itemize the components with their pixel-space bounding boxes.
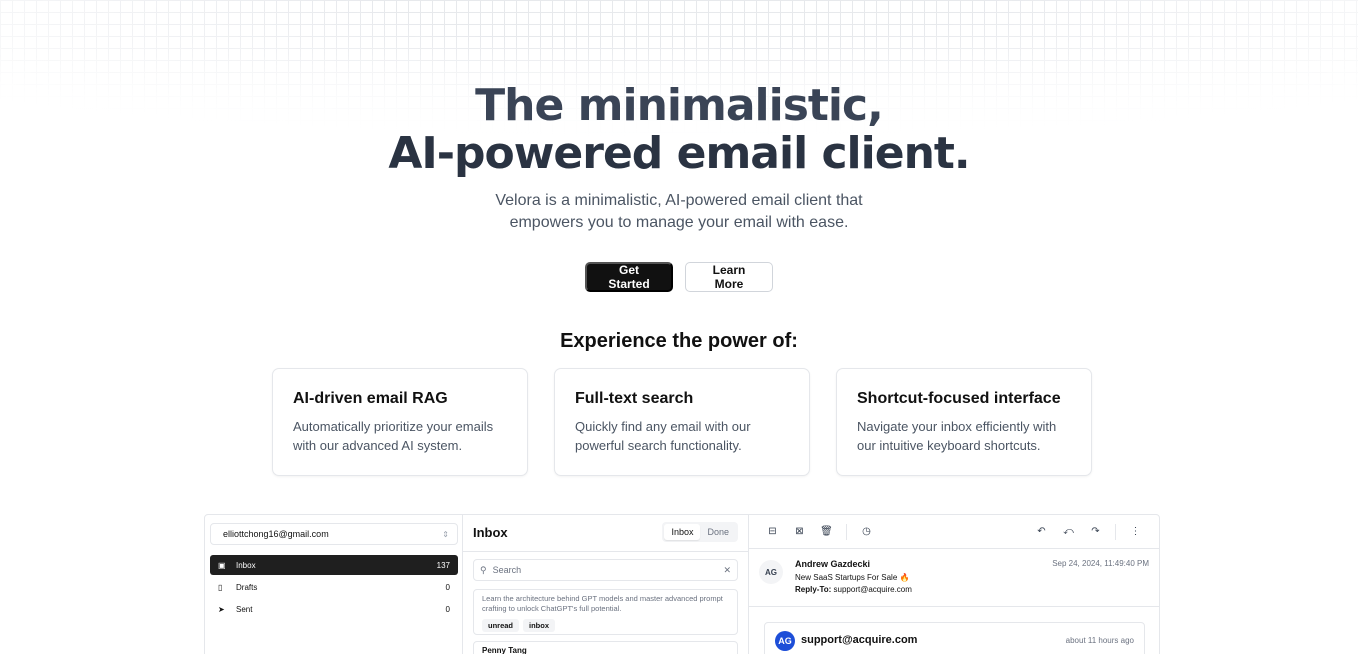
thread-message: AG support@acquire.com about 11 hours ag… [764, 622, 1145, 654]
feature-title: Full-text search [575, 390, 694, 407]
features-heading: Experience the power of: [560, 330, 798, 352]
thread-time: about 11 hours ago [1065, 636, 1134, 645]
sidebar-item-label: Sent [236, 604, 253, 614]
list-item[interactable]: Penny Tang [473, 641, 738, 654]
mail-preview-text: Learn the architecture behind GPT models… [482, 594, 723, 613]
avatar: AG [759, 560, 783, 584]
search-icon: ⚲ [480, 564, 487, 575]
trash-icon[interactable]: 🗑 [813, 526, 840, 537]
app-sidebar: elliottchong16@gmail.com ⇕ ▣ Inbox 137 ▯… [205, 515, 463, 654]
tab-inbox[interactable]: Inbox [664, 524, 701, 540]
feature-card-shortcuts: Shortcut-focused interface Navigate your… [836, 368, 1092, 476]
send-icon: ➤ [218, 604, 225, 614]
message-meta: Andrew Gazdecki New SaaS Startups For Sa… [795, 559, 1052, 606]
message-reply-to: Reply-To: support@acquire.com [795, 585, 1052, 594]
message-subject: New SaaS Startups For Sale 🔥 [795, 573, 910, 582]
tab-done[interactable]: Done [700, 524, 736, 540]
mail-reader-pane: ⊟ ⊠ 🗑 ◷ ↶ ⤺ ↷ ⋮ AG Andrew Gazdecki New S… [749, 515, 1159, 654]
file-icon: ▯ [218, 582, 223, 592]
archive-icon[interactable]: ⊟ [759, 526, 786, 537]
feature-card-search: Full-text search Quickly find any email … [554, 368, 810, 476]
feature-description: Navigate your inbox efficiently with our… [857, 419, 1057, 453]
sidebar-item-count: 137 [436, 560, 450, 570]
reader-toolbar: ⊟ ⊠ 🗑 ◷ ↶ ⤺ ↷ ⋮ [749, 515, 1159, 549]
toolbar-divider [846, 523, 847, 540]
message-header: AG Andrew Gazdecki New SaaS Startups For… [749, 549, 1159, 607]
account-email: elliottchong16@gmail.com [223, 529, 329, 539]
list-item[interactable]: Learn the architecture behind GPT models… [473, 589, 738, 635]
junk-icon[interactable]: ⊠ [786, 526, 813, 537]
feature-title: Shortcut-focused interface [857, 390, 1061, 407]
sidebar-item-count: 0 [445, 604, 450, 614]
forward-icon[interactable]: ↷ [1082, 526, 1109, 537]
sidebar-item-drafts[interactable]: ▯ Drafts 0 [210, 577, 458, 597]
reply-all-icon[interactable]: ⤺ [1055, 526, 1082, 537]
hero-title-line-2: AI-powered email client. [388, 128, 970, 179]
feature-title: AI-driven email RAG [293, 390, 448, 407]
sidebar-item-count: 0 [445, 582, 450, 592]
hero-title-line-1: The minimalistic, [475, 80, 884, 131]
feature-description: Quickly find any email with our powerful… [575, 419, 751, 453]
tag-badge: unread [482, 619, 520, 632]
account-switcher[interactable]: elliottchong16@gmail.com ⇕ [210, 523, 458, 545]
sidebar-item-sent[interactable]: ➤ Sent 0 [210, 599, 458, 619]
feature-card-rag: AI-driven email RAG Automatically priori… [272, 368, 528, 476]
toolbar-divider [1115, 523, 1116, 540]
get-started-button[interactable]: Get Started [585, 262, 673, 292]
app-preview: elliottchong16@gmail.com ⇕ ▣ Inbox 137 ▯… [204, 514, 1160, 654]
hero-subtitle: Velora is a minimalistic, AI-powered ema… [0, 190, 1358, 234]
mail-list-pane: Inbox Inbox Done ⚲ Search ✕ Learn the ar… [463, 515, 749, 654]
chevron-updown-icon: ⇕ [442, 529, 449, 539]
reply-to-label: Reply-To: [795, 585, 832, 594]
hero-section: The minimalistic, AI-powered email clien… [0, 82, 1358, 234]
clock-icon[interactable]: ◷ [853, 526, 880, 537]
tag-badge: inbox [523, 619, 556, 632]
hero-title: The minimalistic, AI-powered email clien… [0, 82, 1358, 178]
inbox-icon: ▣ [218, 560, 226, 570]
mail-list-title: Inbox [473, 524, 508, 540]
message-sender: Andrew Gazdecki [795, 559, 871, 569]
learn-more-button[interactable]: Learn More [685, 262, 773, 292]
hero-subtitle-line-1: Velora is a minimalistic, AI-powered ema… [495, 192, 863, 209]
close-icon[interactable]: ✕ [723, 565, 731, 576]
mail-list-header: Inbox Inbox Done [473, 515, 738, 549]
hero-subtitle-line-2: empowers you to manage your email with e… [509, 214, 849, 231]
feature-description: Automatically prioritize your emails wit… [293, 419, 494, 453]
more-vertical-icon[interactable]: ⋮ [1122, 526, 1149, 537]
sidebar-item-label: Inbox [236, 560, 256, 570]
mail-sender: Penny Tang [482, 646, 527, 654]
reply-icon[interactable]: ↶ [1028, 526, 1055, 537]
search-input[interactable]: ⚲ Search ✕ [473, 559, 738, 581]
reply-to-address: support@acquire.com [833, 585, 912, 594]
features-grid: AI-driven email RAG Automatically priori… [272, 368, 1092, 476]
sidebar-item-label: Drafts [236, 582, 258, 592]
search-placeholder: Search [492, 565, 522, 575]
mail-tags: unread inbox [482, 619, 729, 632]
avatar: AG [775, 631, 795, 651]
sidebar-item-inbox[interactable]: ▣ Inbox 137 [210, 555, 458, 575]
cta-group: Get Started Learn More [0, 262, 1358, 292]
thread-sender: support@acquire.com [801, 634, 918, 646]
divider [463, 551, 748, 552]
inbox-done-toggle: Inbox Done [662, 522, 738, 542]
message-date: Sep 24, 2024, 11:49:40 PM [1052, 559, 1149, 568]
